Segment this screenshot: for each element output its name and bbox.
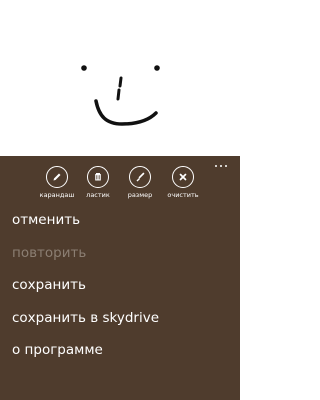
app-bar-menu: отменить повторить сохранить сохранить в… <box>12 212 232 375</box>
pencil-button[interactable]: карандаш <box>35 166 79 199</box>
app-bar: карандаш ластик размер очистить отменить… <box>0 156 240 400</box>
nose-stroke-top <box>118 76 123 88</box>
menu-item-about[interactable]: о программе <box>12 342 232 358</box>
eraser-icon <box>87 166 109 188</box>
clear-button[interactable]: очистить <box>161 166 205 199</box>
clear-icon <box>172 166 194 188</box>
eraser-button[interactable]: ластик <box>76 166 120 199</box>
left-eye-stroke <box>81 65 87 71</box>
smiley-face-drawing <box>81 65 160 126</box>
menu-item-undo[interactable]: отменить <box>12 212 232 228</box>
brush-size-icon <box>129 166 151 188</box>
pencil-button-label: карандаш <box>39 191 75 199</box>
menu-item-redo: повторить <box>12 244 87 261</box>
mouth-stroke <box>94 99 158 126</box>
right-eye-stroke <box>154 65 160 71</box>
drawing-canvas[interactable] <box>0 0 240 156</box>
brush-size-button[interactable]: размер <box>118 166 162 199</box>
app-bar-icon-row: карандаш ластик размер очистить <box>0 166 240 214</box>
nose-stroke-bottom <box>116 88 121 101</box>
menu-item-save[interactable]: сохранить <box>12 277 232 293</box>
pencil-icon <box>46 166 68 188</box>
eraser-button-label: ластик <box>86 191 110 199</box>
clear-button-label: очистить <box>167 191 199 199</box>
brush-size-button-label: размер <box>127 191 153 199</box>
menu-item-save-to-skydrive[interactable]: сохранить в skydrive <box>12 310 232 326</box>
